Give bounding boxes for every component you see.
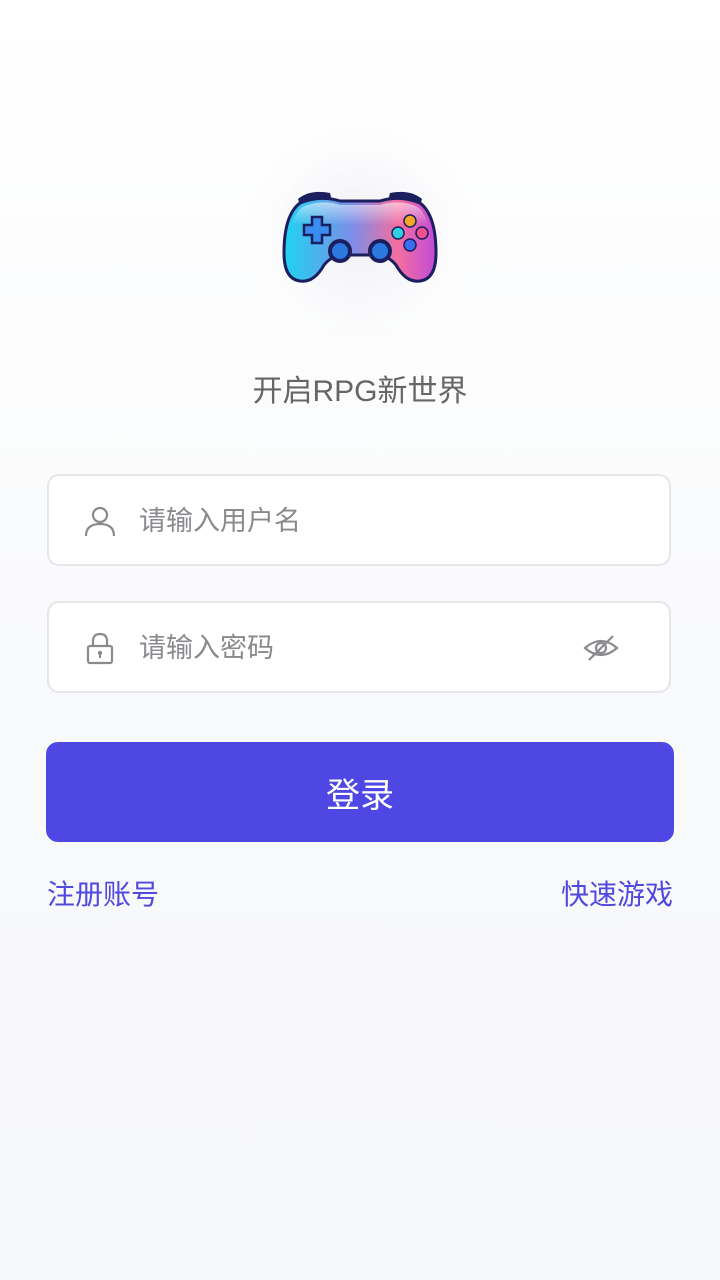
gamepad-icon	[282, 191, 438, 283]
password-input[interactable]	[139, 623, 559, 673]
register-link[interactable]: 注册账号	[47, 876, 159, 914]
user-icon	[84, 506, 116, 537]
login-button[interactable]: 登录	[46, 742, 674, 842]
username-input[interactable]	[139, 496, 559, 546]
app-title: 开启RPG新世界	[252, 375, 468, 408]
password-field[interactable]	[47, 601, 671, 693]
app-logo	[250, 125, 470, 345]
quick-play-link[interactable]: 快速游戏	[561, 876, 673, 914]
username-field[interactable]	[47, 474, 671, 566]
lock-icon	[86, 632, 114, 665]
eye-off-icon[interactable]	[583, 632, 619, 664]
